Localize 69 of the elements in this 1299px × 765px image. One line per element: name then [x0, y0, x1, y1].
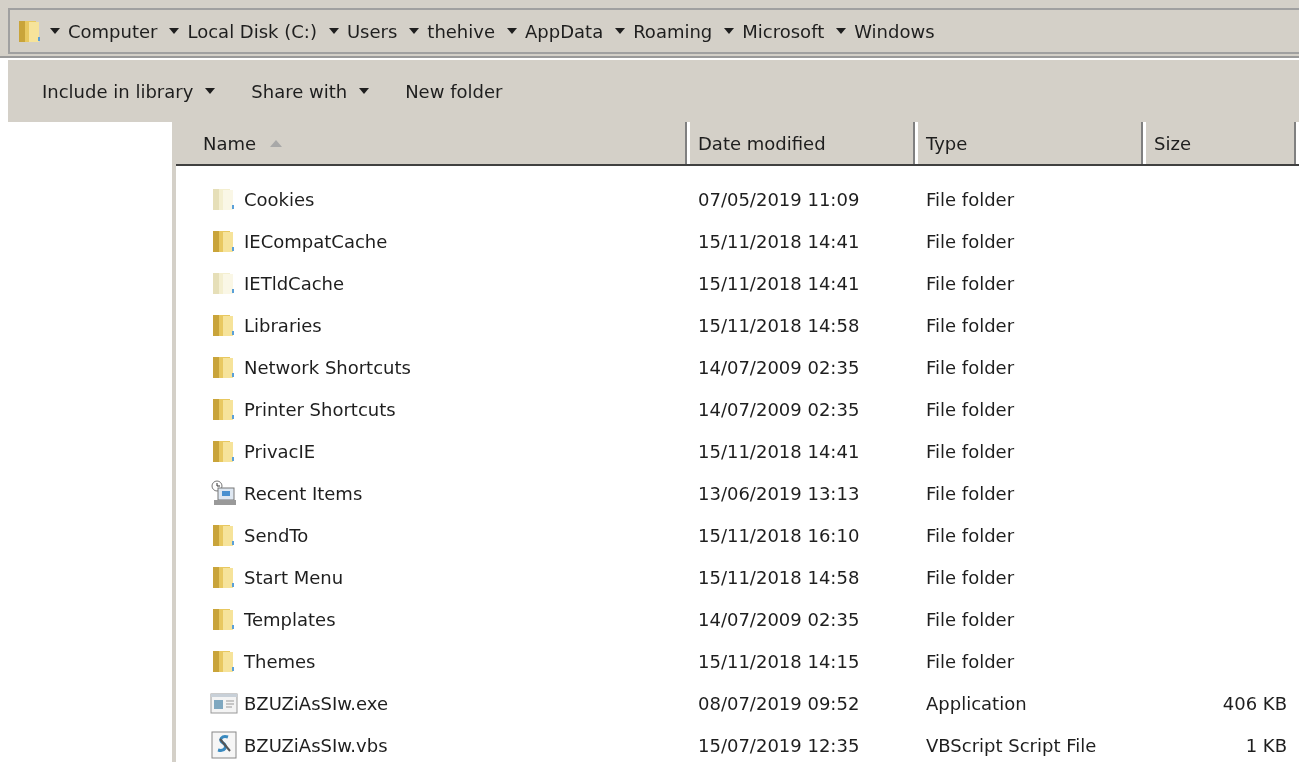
type-cell-text: Application — [925, 692, 1028, 714]
type-cell-text: File folder — [925, 482, 1016, 504]
column-header[interactable]: Type — [918, 122, 1146, 164]
caret-icon — [507, 28, 517, 34]
file-name[interactable]: IETldCache — [244, 272, 345, 294]
file-name[interactable]: Libraries — [244, 314, 322, 336]
breadcrumb-item[interactable]: Computer — [44, 20, 164, 42]
date-cell-text: 15/11/2018 14:58 — [697, 314, 861, 336]
caret-icon — [169, 28, 180, 34]
date-cell-text: 13/06/2019 13:13 — [697, 482, 861, 504]
file-name[interactable]: IECompatCache — [244, 230, 388, 252]
caret-icon — [836, 28, 847, 34]
file-name[interactable]: SendTo — [244, 524, 309, 546]
type-cell-text: File folder — [925, 524, 1016, 546]
breadcrumb-item[interactable]: Microsoft — [718, 20, 831, 42]
breadcrumb-item[interactable]: Users — [322, 20, 404, 42]
toolbar-button[interactable]: Include in library — [42, 76, 216, 106]
file-name[interactable]: Printer Shortcuts — [244, 398, 396, 420]
date-cell-text: 15/11/2018 16:10 — [697, 524, 861, 546]
date-cell-text: 15/11/2018 14:15 — [697, 650, 861, 672]
recent-items-icon — [210, 479, 238, 507]
caret-icon — [724, 28, 735, 34]
date-cell-text: 14/07/2009 02:35 — [697, 608, 861, 630]
column-header[interactable]: Date modified — [690, 122, 918, 164]
type-cell-text: File folder — [925, 314, 1016, 336]
column-header[interactable]: Size — [1146, 122, 1299, 164]
file-name[interactable]: Templates — [244, 608, 336, 630]
file-name[interactable]: Network Shortcuts — [244, 356, 411, 378]
type-cell-text: File folder — [925, 398, 1016, 420]
date-cell-text: 15/11/2018 14:41 — [697, 230, 861, 252]
type-cell-text: File folder — [925, 188, 1016, 210]
file-name[interactable]: Start Menu — [244, 566, 344, 588]
file-name[interactable]: PrivacIE — [244, 440, 316, 462]
breadcrumb-item[interactable]: thehive — [403, 20, 501, 42]
file-name[interactable]: Cookies — [244, 188, 315, 210]
breadcrumb-item[interactable]: Roaming — [609, 20, 719, 42]
type-cell-text: File folder — [925, 566, 1016, 588]
file-name[interactable]: BZUZiAsSIw.vbs — [244, 734, 388, 756]
type-cell-text: File folder — [925, 440, 1016, 462]
date-cell-text: 14/07/2009 02:35 — [697, 398, 861, 420]
caret-icon — [328, 28, 339, 34]
caret-icon — [50, 28, 60, 34]
size-cell-text: 1 KB — [1244, 734, 1288, 756]
breadcrumb-item[interactable]: Local Disk (C:) — [163, 20, 323, 42]
breadcrumb-item[interactable]: AppData — [501, 20, 610, 42]
date-cell-text: 15/11/2018 14:41 — [697, 272, 861, 294]
column-header[interactable]: Name — [176, 122, 690, 164]
type-cell-text: VBScript Script File — [925, 734, 1098, 756]
date-cell-text: 08/07/2019 09:52 — [697, 692, 861, 714]
breadcrumb-item[interactable]: Windows — [830, 20, 941, 42]
type-cell-text: File folder — [925, 272, 1016, 294]
file-name[interactable]: BZUZiAsSIw.exe — [244, 692, 389, 714]
toolbar-button[interactable]: New folder — [405, 76, 503, 106]
date-cell-text: 14/07/2009 02:35 — [697, 356, 861, 378]
type-cell-text: File folder — [925, 356, 1016, 378]
date-cell-text: 15/11/2018 14:58 — [697, 566, 861, 588]
type-cell-text: File folder — [925, 230, 1016, 252]
date-cell-text: 15/07/2019 12:35 — [697, 734, 861, 756]
date-cell-text: 07/05/2019 11:09 — [697, 188, 861, 210]
size-cell-text: 406 KB — [1221, 692, 1288, 714]
type-cell-text: File folder — [925, 608, 1016, 630]
file-name[interactable]: Themes — [244, 650, 316, 672]
toolbar-button[interactable]: Share with — [251, 76, 370, 106]
caret-icon — [615, 28, 626, 34]
script-file-icon — [210, 731, 238, 759]
caret-icon — [409, 28, 420, 34]
date-cell-text: 15/11/2018 14:41 — [697, 440, 861, 462]
file-name[interactable]: Recent Items — [244, 482, 363, 504]
type-cell-text: File folder — [925, 650, 1016, 672]
